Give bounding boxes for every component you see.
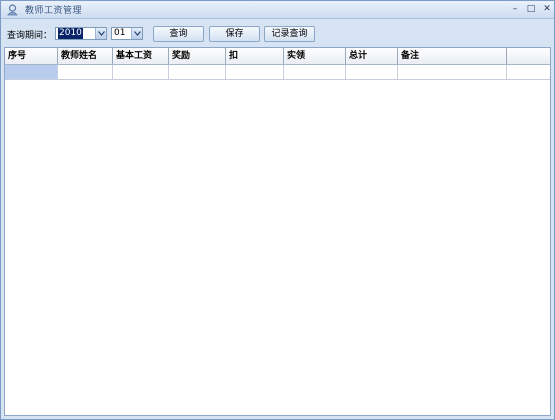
month-select[interactable]: 01 xyxy=(111,27,143,40)
minimize-icon[interactable]: – xyxy=(509,3,521,15)
table-cell[interactable] xyxy=(507,65,550,79)
window-title: 教师工资管理 xyxy=(25,6,83,16)
table-cell[interactable] xyxy=(398,65,507,79)
salary-grid: 序号 教师姓名 基本工资 奖励 扣 实领 总计 备注 xyxy=(4,47,551,416)
chevron-down-icon[interactable] xyxy=(131,28,142,39)
column-header-name[interactable]: 教师姓名 xyxy=(58,48,113,64)
month-value: 01 xyxy=(114,28,126,38)
column-header-deduction[interactable]: 扣 xyxy=(226,48,284,64)
grid-header: 序号 教师姓名 基本工资 奖励 扣 实领 总计 备注 xyxy=(5,48,550,65)
table-cell[interactable] xyxy=(346,65,398,79)
period-label: 查询期间： xyxy=(7,31,53,41)
column-header-base-salary[interactable]: 基本工资 xyxy=(113,48,169,64)
save-button[interactable]: 保存 xyxy=(209,26,260,42)
table-cell[interactable] xyxy=(284,65,346,79)
salary-window: 教师工资管理 – □ ✕ 查询期间： 2010 01 查询 保存 记录查询 序号… xyxy=(0,0,555,420)
column-header-bonus[interactable]: 奖励 xyxy=(169,48,226,64)
year-value: 2010 xyxy=(58,28,83,39)
column-header-net-pay[interactable]: 实领 xyxy=(284,48,346,64)
query-button[interactable]: 查询 xyxy=(153,26,204,42)
chevron-down-icon[interactable] xyxy=(95,28,106,39)
table-cell[interactable] xyxy=(5,65,58,79)
year-select[interactable]: 2010 xyxy=(55,27,107,40)
app-icon xyxy=(7,4,18,16)
record-query-button[interactable]: 记录查询 xyxy=(264,26,315,42)
table-cell[interactable] xyxy=(113,65,169,79)
maximize-icon[interactable]: □ xyxy=(525,3,537,15)
toolbar: 查询期间： 2010 01 查询 保存 记录查询 xyxy=(1,19,554,47)
table-cell[interactable] xyxy=(58,65,113,79)
table-cell[interactable] xyxy=(226,65,284,79)
column-header-total[interactable]: 总计 xyxy=(346,48,398,64)
table-row[interactable] xyxy=(5,65,550,80)
column-header-remarks[interactable]: 备注 xyxy=(398,48,507,64)
column-header-filler xyxy=(507,48,550,64)
close-icon[interactable]: ✕ xyxy=(541,3,553,15)
column-header-index[interactable]: 序号 xyxy=(5,48,58,64)
table-cell[interactable] xyxy=(169,65,226,79)
title-bar: 教师工资管理 – □ ✕ xyxy=(1,1,554,19)
